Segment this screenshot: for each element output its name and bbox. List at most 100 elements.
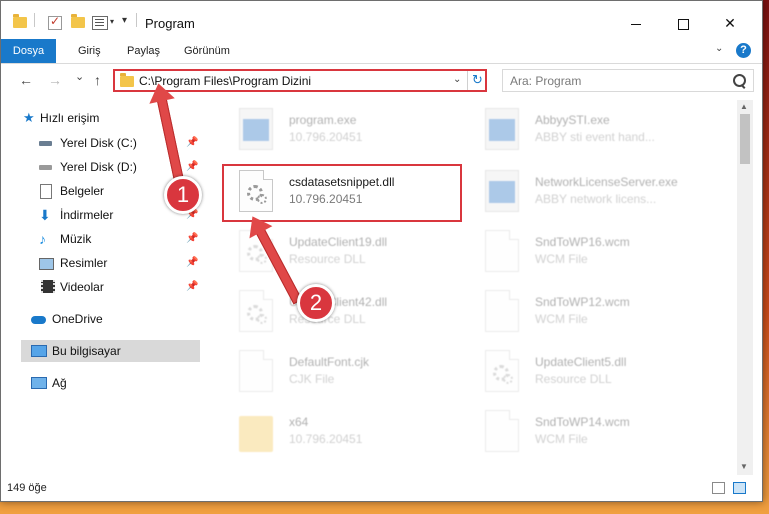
file-name: program.exe xyxy=(289,113,357,127)
sidebar-item-label: OneDrive xyxy=(52,312,103,326)
list-item[interactable]: AbbyySTI.exe ABBY sti event hand... xyxy=(469,102,709,158)
list-item[interactable]: x64 10.796.20451 xyxy=(223,404,463,460)
recent-locations-button[interactable]: ⌄ xyxy=(75,70,84,83)
sidebar-item-label: Belgeler xyxy=(60,184,105,198)
file-name: x64 xyxy=(289,415,309,429)
document-icon xyxy=(40,184,52,199)
network-icon xyxy=(31,377,47,389)
file-meta: WCM File xyxy=(535,432,588,446)
cloud-icon xyxy=(31,316,46,324)
list-item[interactable]: UpdateClient5.dll Resource DLL xyxy=(469,344,709,400)
file-meta: CJK File xyxy=(289,372,335,386)
scroll-thumb[interactable] xyxy=(740,114,750,164)
sidebar-item-this-pc[interactable]: Bu bilgisayar xyxy=(21,340,200,362)
list-item[interactable]: SndToWP14.wcm WCM File xyxy=(469,404,709,460)
vertical-scrollbar[interactable]: ▲ ▼ xyxy=(737,100,753,475)
download-icon: ⬇ xyxy=(39,207,51,223)
sidebar-item-onedrive[interactable]: OneDrive xyxy=(31,308,199,330)
explorer-window: ▾ ▾ Program ✕ Dosya Giriş Paylaş Görünüm… xyxy=(0,0,763,502)
address-dropdown-icon[interactable]: ⌄ xyxy=(453,74,461,85)
scroll-down-icon[interactable]: ▼ xyxy=(740,462,748,471)
title-divider xyxy=(136,13,137,27)
file-name: NetworkLicenseServer.exe xyxy=(535,175,678,189)
maximize-button[interactable] xyxy=(660,9,706,37)
sidebar-item-label: Yerel Disk (D:) xyxy=(60,160,137,174)
music-icon: ♪ xyxy=(39,231,46,247)
details-view-icon[interactable] xyxy=(712,482,725,494)
file-icon xyxy=(485,230,519,272)
file-meta: ABBY sti event hand... xyxy=(535,130,655,144)
exe-file-icon xyxy=(485,170,519,212)
file-meta: WCM File xyxy=(535,312,588,326)
exe-file-icon xyxy=(485,108,519,150)
new-folder-icon[interactable] xyxy=(71,13,87,31)
customize-dropdown-icon[interactable]: ▾ xyxy=(110,17,114,26)
pin-icon[interactable]: 📌 xyxy=(186,276,198,298)
item-count: 149 öğe xyxy=(7,482,47,494)
file-meta: 10.796.20451 xyxy=(289,432,363,446)
pin-icon[interactable]: 📌 xyxy=(186,228,198,250)
view-options-icon[interactable] xyxy=(92,13,108,31)
back-button[interactable]: ← xyxy=(19,72,33,88)
exe-file-icon xyxy=(239,108,273,150)
file-meta: Resource DLL xyxy=(289,252,366,266)
file-icon xyxy=(239,350,273,392)
sidebar-item-label: Resimler xyxy=(60,256,108,270)
up-button[interactable]: ↑ xyxy=(94,72,101,88)
search-box[interactable]: Ara: Program xyxy=(502,69,754,92)
step-badge-2: 2 xyxy=(297,284,335,322)
list-item[interactable]: program.exe 10.796.20451 xyxy=(223,102,463,158)
quick-access-dropdown-icon[interactable]: ▾ xyxy=(122,15,127,26)
folder-icon xyxy=(120,73,134,87)
search-input[interactable]: Ara: Program xyxy=(510,74,581,88)
navigation-bar: ← → ⌄ ↑ C:\Program Files\Program Dizini … xyxy=(1,64,762,98)
folder-icon xyxy=(13,13,29,31)
pin-icon[interactable]: 📌 xyxy=(186,252,198,274)
tab-view[interactable]: Görünüm xyxy=(184,39,230,63)
list-item[interactable]: UpdateClient42.dll Resource DLL xyxy=(223,284,463,340)
file-icon xyxy=(485,410,519,452)
properties-check-icon[interactable] xyxy=(48,13,64,31)
minimize-icon xyxy=(631,23,641,25)
forward-button[interactable]: → xyxy=(48,72,62,88)
tab-share[interactable]: Paylaş xyxy=(127,39,160,63)
close-button[interactable]: ✕ xyxy=(707,9,753,37)
maximize-icon xyxy=(677,18,689,30)
file-name: SndToWP16.wcm xyxy=(535,235,630,249)
file-icon xyxy=(485,290,519,332)
help-icon[interactable]: ? xyxy=(736,43,751,58)
tab-file[interactable]: Dosya xyxy=(1,39,56,63)
window-title: Program xyxy=(145,16,195,31)
file-name: DefaultFont.cjk xyxy=(289,355,370,369)
sidebar-item-videos[interactable]: Videolar 📌 xyxy=(39,276,199,298)
minimize-button[interactable] xyxy=(613,9,659,37)
large-icons-view-icon[interactable] xyxy=(733,482,746,494)
file-name: SndToWP12.wcm xyxy=(535,295,630,309)
sidebar-item-network[interactable]: Ağ xyxy=(31,372,199,394)
sidebar-item-label: Yerel Disk (C:) xyxy=(60,136,137,150)
scroll-up-icon[interactable]: ▲ xyxy=(740,102,748,111)
file-meta: Resource DLL xyxy=(535,372,612,386)
expand-ribbon-icon[interactable]: ⌄ xyxy=(715,43,723,54)
title-bar: ▾ ▾ Program ✕ xyxy=(1,1,762,39)
list-item[interactable]: SndToWP12.wcm WCM File xyxy=(469,284,709,340)
dll-file-icon xyxy=(239,290,273,332)
list-item[interactable]: NetworkLicenseServer.exe ABBY network li… xyxy=(469,164,709,220)
sidebar-item-music[interactable]: ♪ Müzik 📌 xyxy=(39,228,199,250)
step-badge-1: 1 xyxy=(164,176,202,214)
sidebar-item-label: İndirmeler xyxy=(60,208,114,222)
sidebar-item-label: Ağ xyxy=(52,376,67,390)
file-name: UpdateClient5.dll xyxy=(535,355,627,369)
pin-icon[interactable]: 📌 xyxy=(186,156,198,178)
folder-icon xyxy=(239,416,273,452)
sidebar-item-label: Müzik xyxy=(60,232,92,246)
pin-icon[interactable]: 📌 xyxy=(186,132,198,154)
list-item[interactable]: DefaultFont.cjk CJK File xyxy=(223,344,463,400)
sidebar-item-pictures[interactable]: Resimler 📌 xyxy=(39,252,199,274)
search-icon xyxy=(733,74,746,87)
list-item[interactable]: SndToWP16.wcm WCM File xyxy=(469,224,709,280)
file-meta: 10.796.20451 xyxy=(289,130,363,144)
tab-home[interactable]: Giriş xyxy=(78,39,101,63)
refresh-icon[interactable]: ↻ xyxy=(472,72,483,88)
file-meta: ABBY network licens... xyxy=(535,192,657,206)
